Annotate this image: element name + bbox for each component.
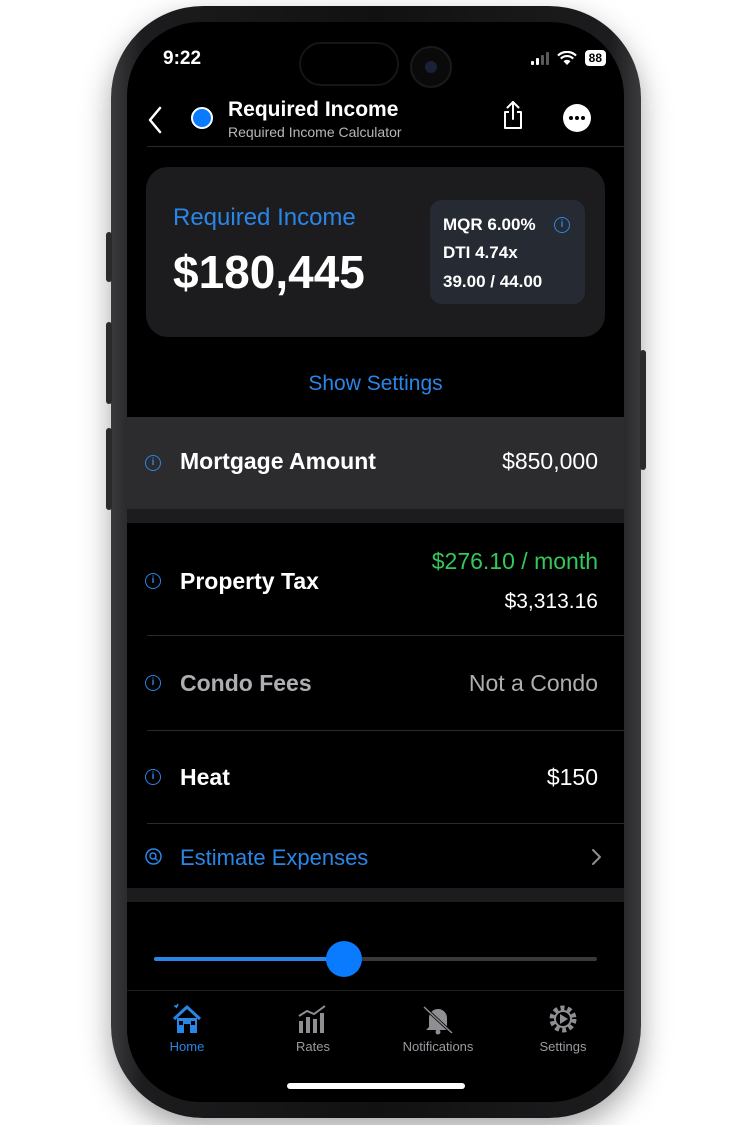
camera-icon: [410, 46, 452, 88]
volume-up-button: [106, 322, 112, 404]
chart-icon: [298, 1005, 326, 1033]
page-title: Required Income: [228, 98, 399, 121]
info-icon[interactable]: i: [554, 217, 570, 233]
app-screen: 9:22 88 Required Income Required Income …: [127, 22, 624, 1102]
condo-fees-value: Not a Condo: [468, 670, 598, 696]
chevron-right-icon: [592, 849, 601, 865]
info-icon[interactable]: i: [145, 769, 161, 785]
slider-fill: [154, 957, 345, 961]
tab-label: Notifications: [402, 1039, 474, 1054]
estimate-expenses-label: Estimate Expenses: [180, 845, 369, 870]
battery-icon: 88: [584, 50, 606, 66]
heat-label: Heat: [180, 764, 230, 790]
info-icon[interactable]: i: [145, 455, 161, 471]
tab-label: Settings: [539, 1039, 587, 1054]
status-time: 9:22: [163, 48, 202, 69]
section-separator: [127, 888, 624, 902]
mqr-value: MQR 6.00%: [443, 215, 536, 234]
required-income-card: Required Income $180,445 MQR 6.00% i DTI…: [146, 167, 605, 337]
property-tax-label: Property Tax: [180, 568, 319, 594]
section-separator: [127, 509, 624, 523]
mortgage-amount-row[interactable]: i Mortgage Amount $850,000: [127, 417, 624, 509]
ratio-badge[interactable]: MQR 6.00% i DTI 4.74x 39.00 / 44.00: [430, 200, 585, 304]
info-icon[interactable]: i: [145, 675, 161, 691]
heat-row[interactable]: i Heat $150: [127, 731, 624, 823]
mortgage-amount-value: $850,000: [502, 448, 598, 474]
gear-icon: [549, 1005, 577, 1033]
page-subtitle: Required Income Calculator: [228, 124, 402, 140]
tab-settings[interactable]: Settings: [508, 1003, 618, 1054]
tab-label: Home: [169, 1039, 205, 1054]
condo-fees-row[interactable]: i Condo Fees Not a Condo: [127, 636, 624, 730]
dti-value: DTI 4.74x: [443, 243, 518, 262]
wifi-icon: [556, 50, 577, 65]
header-divider: [147, 146, 624, 147]
cellular-signal-icon: [530, 51, 549, 65]
home-indicator: [287, 1083, 465, 1089]
condo-fees-label: Condo Fees: [180, 670, 312, 696]
status-icons: 88: [530, 50, 606, 66]
slider-thumb[interactable]: [326, 941, 363, 977]
property-tax-row[interactable]: i Property Tax $276.10 / month $3,313.16: [127, 523, 624, 635]
estimate-expenses-row[interactable]: Estimate Expenses: [127, 824, 624, 888]
more-options-icon[interactable]: [563, 104, 591, 132]
share-icon[interactable]: [501, 100, 525, 130]
volume-down-button: [106, 428, 112, 510]
bell-icon: [422, 1005, 454, 1035]
show-settings-link[interactable]: Show Settings: [127, 372, 624, 396]
tab-rates[interactable]: Rates: [258, 1003, 368, 1054]
power-button: [640, 350, 646, 470]
ratio-value: 39.00 / 44.00: [443, 272, 543, 291]
tab-home[interactable]: Home: [132, 1003, 242, 1054]
heat-value: $150: [546, 764, 598, 790]
status-dot-icon: [191, 107, 213, 129]
side-button: [106, 232, 112, 282]
house-icon: [172, 1003, 202, 1033]
slider-track[interactable]: [154, 941, 597, 977]
property-tax-value: $3,313.16: [504, 590, 598, 613]
search-icon: [145, 848, 162, 865]
property-tax-monthly: $276.10 / month: [431, 548, 598, 574]
required-income-label: Required Income: [173, 204, 356, 231]
required-income-value: $180,445: [173, 246, 365, 298]
info-icon[interactable]: i: [145, 573, 161, 589]
tab-notifications[interactable]: Notifications: [383, 1003, 493, 1054]
dynamic-island: [299, 42, 399, 86]
mortgage-amount-label: Mortgage Amount: [180, 448, 376, 474]
back-chevron-icon[interactable]: [147, 106, 163, 140]
tab-label: Rates: [296, 1039, 330, 1054]
